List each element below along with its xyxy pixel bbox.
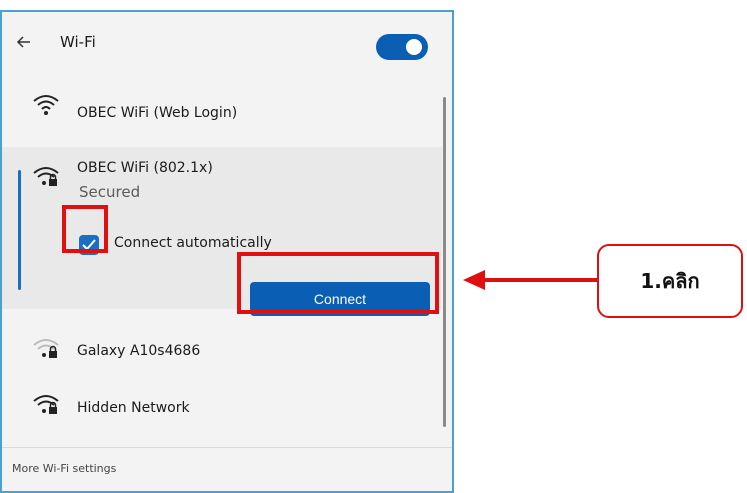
more-wifi-settings-link[interactable]: More Wi-Fi settings <box>12 462 116 475</box>
footer-divider <box>2 447 452 448</box>
selection-indicator <box>18 170 21 290</box>
network-name: OBEC WiFi (Web Login) <box>77 105 238 121</box>
network-status: Secured <box>79 183 141 201</box>
back-arrow-icon[interactable] <box>14 32 34 52</box>
network-item[interactable]: Hidden Network <box>2 390 442 430</box>
network-name: Hidden Network <box>77 400 190 416</box>
wifi-toggle[interactable] <box>376 34 428 60</box>
instruction-callout: 1.คลิก <box>597 244 743 318</box>
callout-text: 1.คลิก <box>640 269 700 293</box>
highlight-box-connect <box>237 252 439 314</box>
network-item[interactable]: OBEC WiFi (Web Login) <box>2 92 442 132</box>
network-item[interactable]: Galaxy A10s4686 <box>2 334 442 374</box>
panel-header: Wi-Fi <box>2 12 452 72</box>
toggle-knob <box>406 39 422 55</box>
network-name: OBEC WiFi (802.1x) <box>77 160 213 176</box>
wifi-lock-icon <box>33 167 59 186</box>
highlight-box-checkbox <box>62 205 108 253</box>
wifi-lock-icon <box>33 395 59 414</box>
network-name: Galaxy A10s4686 <box>77 343 201 359</box>
wifi-signal-icon <box>33 95 59 115</box>
wifi-lock-icon <box>33 339 59 358</box>
connect-automatically-label: Connect automatically <box>114 235 272 251</box>
arrow-left-icon <box>463 270 599 290</box>
panel-title: Wi-Fi <box>60 33 96 51</box>
scrollbar[interactable] <box>443 97 446 427</box>
